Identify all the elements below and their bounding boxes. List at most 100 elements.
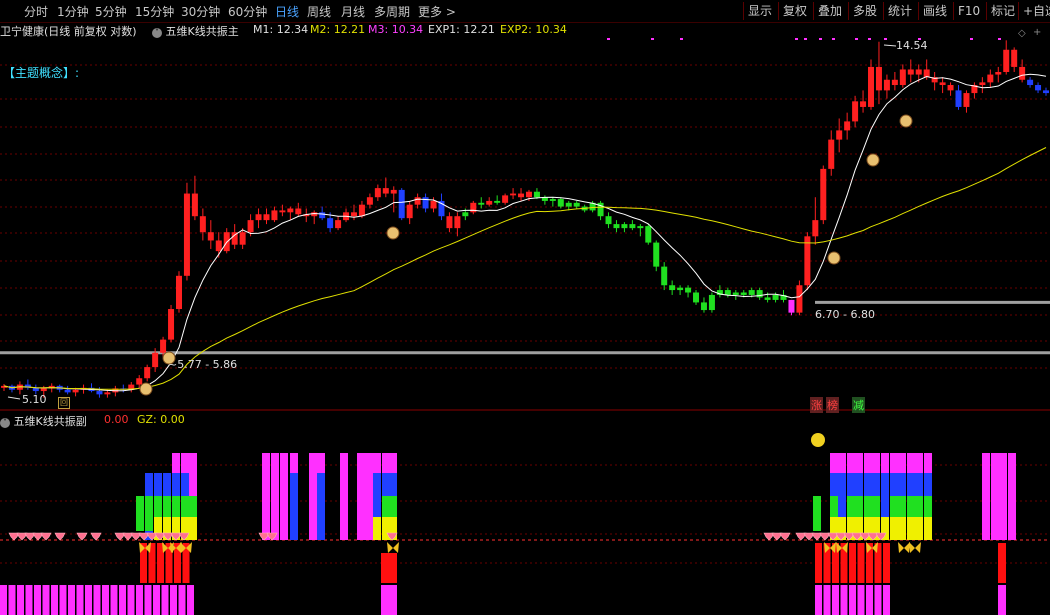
chart-area xyxy=(0,38,1050,615)
period-tab-7[interactable]: 周线 xyxy=(307,3,331,20)
sub-bar-lower-magenta xyxy=(0,585,7,615)
candle-body xyxy=(995,72,1002,75)
toolbar-button-5[interactable]: 画线 xyxy=(918,2,947,20)
sub-bar-yellow xyxy=(189,517,197,540)
sub-bar-lower-magenta xyxy=(874,585,882,615)
sub-bar-lower-magenta xyxy=(840,585,848,615)
candle-body xyxy=(382,188,389,194)
sub-bar-magenta xyxy=(280,453,288,540)
sub-bar-lower-magenta xyxy=(866,585,873,615)
money-bag-icon xyxy=(386,226,400,240)
smiley-icon xyxy=(811,433,825,447)
expand-icon[interactable]: + xyxy=(1033,27,1041,38)
candle-body xyxy=(327,218,334,229)
sub-bar-lower-magenta xyxy=(25,585,33,615)
candle-body xyxy=(868,66,875,107)
candle-body xyxy=(454,216,461,229)
main-indicator-name[interactable]: ˅ 五维K线共振主 xyxy=(152,23,239,39)
candle-body xyxy=(708,294,715,311)
butterfly-icon xyxy=(387,542,399,553)
period-tab-3[interactable]: 15分钟 xyxy=(135,3,174,20)
candle-body xyxy=(366,197,373,205)
sub-bar-lower-magenta xyxy=(823,585,831,615)
exp2-value: EXP2: 10.34 xyxy=(500,23,567,36)
signal-dot xyxy=(832,38,835,40)
sub-bar-magenta xyxy=(340,453,348,540)
sub-bar-blue xyxy=(290,473,298,540)
candle-body xyxy=(247,220,254,233)
toolbar-button-6[interactable]: F10 xyxy=(953,2,980,20)
sub-bar-magenta xyxy=(271,453,279,540)
signal-dot xyxy=(970,38,973,40)
diamond-icon xyxy=(40,532,52,541)
collapse-icon[interactable]: ◇ xyxy=(1018,28,1026,39)
money-bag-icon xyxy=(866,153,880,167)
candle-body xyxy=(215,240,222,252)
candle-body xyxy=(756,290,763,298)
period-tab-10[interactable]: 更多 > xyxy=(418,3,456,20)
sub-bar-lower-magenta xyxy=(170,585,177,615)
candle-body xyxy=(390,189,397,194)
candle-body xyxy=(685,287,692,293)
candle-body xyxy=(883,79,890,91)
m3-value: M3: 10.34 xyxy=(368,23,424,36)
sub-indicator-name[interactable]: ˅ 五维K线共振副 xyxy=(0,413,87,429)
badge-rank[interactable]: 榜 xyxy=(826,397,839,413)
toolbar-button-3[interactable]: 多股 xyxy=(848,2,877,20)
period-tab-4[interactable]: 30分钟 xyxy=(181,3,220,20)
candle-body xyxy=(510,193,517,196)
period-tab-2[interactable]: 5分钟 xyxy=(95,3,127,20)
butterfly-icon xyxy=(909,542,921,553)
toolbar-button-2[interactable]: 叠加 xyxy=(813,2,842,20)
candle-body xyxy=(645,226,652,243)
candle-body xyxy=(915,69,922,75)
period-tab-1[interactable]: 1分钟 xyxy=(57,3,89,20)
candle-body xyxy=(557,199,564,207)
event-marker-icon[interactable]: 回 xyxy=(58,397,70,409)
candle-body xyxy=(613,224,620,229)
sub-bar-magenta xyxy=(357,453,365,540)
sub-indicator-dropdown-icon[interactable]: ˅ xyxy=(0,418,10,428)
candle-body xyxy=(947,85,954,91)
candle-body xyxy=(414,197,421,205)
badge-reduce[interactable]: 减 xyxy=(852,397,865,413)
period-tab-8[interactable]: 月线 xyxy=(341,3,365,20)
candle-body xyxy=(160,339,167,353)
sub-bar-lower-red xyxy=(998,543,1006,583)
sub-bar-lower-magenta xyxy=(110,585,118,615)
period-tab-5[interactable]: 60分钟 xyxy=(228,3,267,20)
period-tab-6[interactable]: 日线 xyxy=(275,3,299,20)
money-bag-icon xyxy=(827,251,841,265)
candle-body xyxy=(963,93,970,107)
candle-body xyxy=(199,216,206,233)
toolbar-button-7[interactable]: 标记 xyxy=(986,2,1015,20)
sub-bar-lower-red xyxy=(381,553,397,583)
badge-limit-up[interactable]: 涨 xyxy=(810,397,823,413)
candle-body xyxy=(152,352,159,368)
sub-bar-lower-magenta xyxy=(178,585,186,615)
period-tab-9[interactable]: 多周期 xyxy=(374,3,410,20)
signal-dot xyxy=(884,38,887,40)
low-pointer xyxy=(7,396,21,400)
sub-bar-lower-magenta xyxy=(17,585,24,615)
candle-body xyxy=(764,297,771,300)
candle-body xyxy=(183,193,190,276)
candle-body xyxy=(72,389,79,393)
candle-body xyxy=(96,391,103,395)
candle-body xyxy=(255,214,262,221)
sub-bar-green xyxy=(813,496,821,531)
candle-body xyxy=(740,292,747,295)
indicator-dropdown-icon[interactable]: ˅ xyxy=(152,28,162,38)
toolbar-button-4[interactable]: 统计 xyxy=(883,2,912,20)
toolbar-button-0[interactable]: 显示 xyxy=(743,2,772,20)
period-tab-0[interactable]: 分时 xyxy=(24,3,48,20)
toolbar-button-1[interactable]: 复权 xyxy=(778,2,807,20)
theme-concept-label[interactable]: 【主题概念】: xyxy=(3,64,79,81)
exp1-value: EXP1: 12.21 xyxy=(428,23,495,36)
sub-bar-lower-magenta xyxy=(93,585,101,615)
candle-body xyxy=(836,130,843,140)
signal-dot xyxy=(998,38,1001,40)
range-high-label: 6.70 - 6.80 xyxy=(815,308,875,321)
high-pointer xyxy=(883,44,897,47)
toolbar-button-8[interactable]: +自选 xyxy=(1018,2,1050,20)
